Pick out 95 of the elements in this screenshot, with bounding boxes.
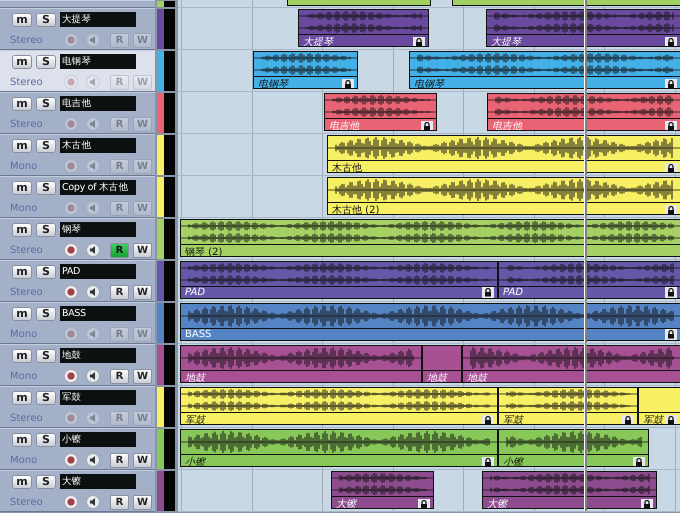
meter-background — [164, 387, 175, 427]
channel-label: Mono — [10, 370, 38, 382]
solo-button[interactable]: S — [36, 264, 56, 278]
read-button[interactable]: R — [110, 242, 129, 258]
solo-button[interactable]: S — [36, 474, 56, 488]
track-header[interactable]: m S 小镲 Mono R W — [0, 428, 155, 470]
track-header[interactable]: m S 地鼓 Mono R W — [0, 344, 155, 386]
clip-label: 军鼓 — [503, 414, 523, 424]
mute-button[interactable]: m — [12, 348, 32, 362]
clip-label: 地鼓 — [185, 372, 205, 382]
audio-clip[interactable]: PAD — [180, 261, 498, 299]
clip-label: PAD — [503, 287, 524, 298]
read-button[interactable]: R — [110, 368, 129, 384]
channel-label: Mono — [10, 454, 38, 466]
audio-clip[interactable]: 小镲 — [498, 429, 649, 467]
channel-label: Stereo — [10, 118, 44, 130]
meter-background — [164, 471, 175, 511]
speaker-icon[interactable] — [86, 369, 100, 383]
track-header[interactable]: m S PAD Stereo R W — [0, 260, 155, 302]
record-button[interactable] — [64, 243, 78, 257]
audio-clip[interactable]: PAD — [498, 261, 680, 299]
track-header[interactable]: m S 钢琴 Stereo R W — [0, 218, 155, 260]
audio-clip[interactable]: 地鼓 — [422, 345, 462, 383]
clip-label: PAD — [185, 287, 206, 298]
clip-label: 电吉他 — [329, 120, 359, 130]
track-name-field[interactable]: 小镲 — [60, 432, 136, 447]
mute-button[interactable]: m — [12, 474, 32, 488]
speaker-icon[interactable] — [86, 285, 100, 299]
clip-label: 钢琴 (2) — [185, 246, 222, 256]
channel-label: Stereo — [10, 244, 44, 256]
speaker-icon[interactable] — [86, 243, 100, 257]
clip-label: 小镲 — [185, 456, 205, 466]
clip-label: 木古他 (2) — [332, 204, 380, 214]
channel-label: Stereo — [10, 76, 44, 88]
audio-clip[interactable]: 地鼓 — [462, 345, 680, 383]
audio-clip[interactable]: 大镲 — [482, 471, 657, 509]
audio-clip[interactable]: 小镲 — [180, 429, 498, 467]
track-name-field[interactable]: 地鼓 — [60, 348, 136, 363]
speaker-icon[interactable] — [86, 495, 100, 509]
meter-background — [164, 345, 175, 385]
record-button[interactable] — [64, 285, 78, 299]
clip-label: 木古他 — [332, 162, 362, 172]
audio-clip[interactable]: 地鼓 — [180, 345, 422, 383]
channel-label: Stereo — [10, 286, 44, 298]
mute-button[interactable]: m — [12, 264, 32, 278]
meter-background — [164, 135, 175, 175]
meter-background — [164, 429, 175, 469]
record-button[interactable] — [64, 495, 78, 509]
clip-label: 大镲 — [336, 498, 356, 508]
meter-background — [164, 177, 175, 217]
read-button[interactable]: R — [110, 494, 129, 510]
record-button[interactable] — [64, 453, 78, 467]
write-button[interactable]: W — [133, 452, 152, 468]
track-header[interactable] — [0, 0, 155, 8]
meter-background — [164, 261, 175, 301]
meter-background — [164, 303, 175, 343]
track-name-field[interactable]: PAD — [60, 264, 136, 279]
meter-background — [164, 9, 175, 49]
clip-label: 电钢琴 — [258, 78, 288, 88]
clip-label: 小镲 — [503, 456, 523, 466]
clip-label: 军鼓 — [185, 414, 205, 424]
channel-label: Stereo — [10, 412, 44, 424]
channel-label: Stereo — [10, 496, 44, 508]
clip-label: 电吉他 — [492, 120, 522, 130]
channel-label: Stereo — [10, 34, 44, 46]
clip-label: 军鼓 — [643, 414, 663, 424]
speaker-icon[interactable] — [86, 453, 100, 467]
solo-button[interactable]: S — [36, 348, 56, 362]
read-button[interactable]: R — [110, 284, 129, 300]
mute-button[interactable]: m — [12, 222, 32, 236]
write-button[interactable]: W — [133, 494, 152, 510]
audio-clip[interactable]: 钢琴 (2) — [180, 219, 680, 257]
clip-label: 地鼓 — [467, 372, 487, 382]
clip-label: 地鼓 — [427, 372, 447, 382]
write-button[interactable]: W — [133, 368, 152, 384]
clip-label: BASS — [185, 329, 212, 340]
channel-label: Mono — [10, 328, 38, 340]
channel-label: Mono — [10, 160, 38, 172]
solo-button[interactable]: S — [36, 432, 56, 446]
write-button[interactable]: W — [133, 242, 152, 258]
clip-label: 大镲 — [487, 498, 507, 508]
write-button[interactable]: W — [133, 284, 152, 300]
mute-button[interactable]: m — [12, 432, 32, 446]
read-button[interactable]: R — [110, 452, 129, 468]
meter-background — [164, 51, 175, 91]
meter-background — [164, 219, 175, 259]
track-name-field[interactable]: 大镲 — [60, 474, 136, 489]
track-name-field[interactable]: 钢琴 — [60, 222, 136, 237]
record-button[interactable] — [64, 369, 78, 383]
meter-background — [164, 93, 175, 133]
audio-clip[interactable]: 大镲 — [331, 471, 434, 509]
track-header[interactable]: m S 大镲 Stereo R W — [0, 470, 155, 512]
solo-button[interactable]: S — [36, 222, 56, 236]
clip-label: 电钢琴 — [414, 78, 444, 88]
channel-label: Mono — [10, 202, 38, 214]
